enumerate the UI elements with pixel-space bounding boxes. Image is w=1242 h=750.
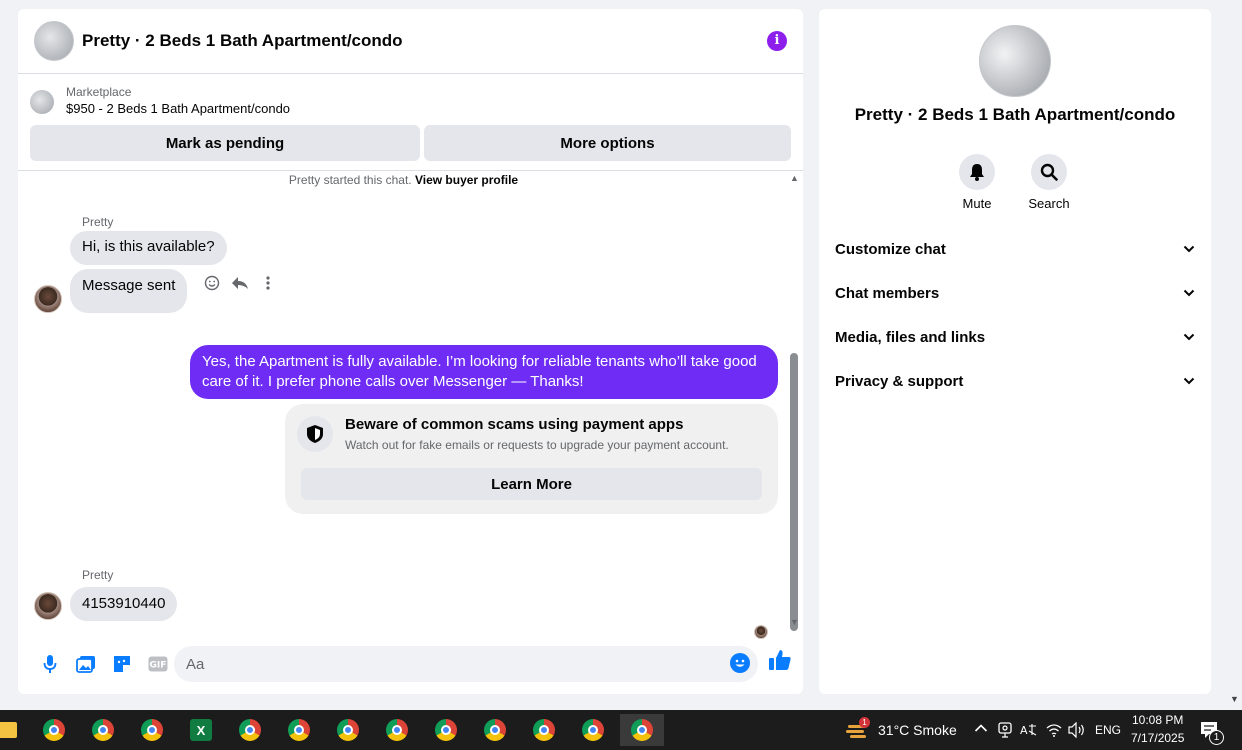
chevron-up-icon[interactable] <box>974 720 988 736</box>
chat-title[interactable]: Pretty · 2 Beds 1 Bath Apartment/condo <box>82 31 767 51</box>
customize-chat-section[interactable]: Customize chat <box>835 241 1195 258</box>
view-buyer-profile-link[interactable]: View buyer profile <box>415 173 518 187</box>
page-scroll-down-icon[interactable]: ▼ <box>1230 694 1239 704</box>
chat-intro: Pretty started this chat. View buyer pro… <box>288 173 519 187</box>
mute-button[interactable]: Mute <box>947 154 1007 211</box>
listing-card: Marketplace $950 - 2 Beds 1 Bath Apartme… <box>18 74 803 171</box>
listing-avatar[interactable] <box>34 21 74 61</box>
message-input-placeholder: Aa <box>186 655 205 673</box>
gif-icon[interactable]: GIF <box>140 646 176 682</box>
clock-date[interactable]: 7/17/2025 <box>1131 731 1184 745</box>
language-indicator[interactable]: ENG <box>1095 723 1121 737</box>
reply-icon[interactable] <box>230 273 250 293</box>
listing-source: Marketplace <box>66 85 132 99</box>
react-icon[interactable] <box>202 273 222 293</box>
chrome-profile-icon[interactable] <box>375 714 419 746</box>
input-method-icon[interactable]: A <box>1020 722 1038 741</box>
chrome-profile-icon[interactable] <box>277 714 321 746</box>
media-files-links-section[interactable]: Media, files and links <box>835 329 1195 346</box>
chrome-profile-icon[interactable] <box>522 714 566 746</box>
svg-text:GIF: GIF <box>150 661 167 671</box>
chrome-icon[interactable] <box>130 714 174 746</box>
microphone-icon[interactable] <box>32 646 68 682</box>
file-explorer-icon[interactable] <box>0 714 30 746</box>
search-label: Search <box>1028 196 1070 211</box>
chrome-profile-icon[interactable] <box>473 714 517 746</box>
scam-description: Watch out for fake emails or requests to… <box>345 438 729 452</box>
bell-icon <box>959 154 995 190</box>
wifi-icon[interactable] <box>1046 723 1062 740</box>
mark-as-pending-button[interactable]: Mark as pending <box>30 125 420 161</box>
seen-avatar <box>754 625 768 639</box>
chevron-down-icon <box>1183 288 1195 300</box>
chrome-profile-icon[interactable] <box>228 714 272 746</box>
incoming-message[interactable]: Message sent <box>70 269 188 313</box>
scroll-down-icon[interactable]: ▼ <box>790 617 799 627</box>
scam-title: Beware of common scams using payment app… <box>345 416 684 433</box>
chat-header: Pretty · 2 Beds 1 Bath Apartment/condo i <box>18 9 803 74</box>
emoji-icon[interactable] <box>730 653 750 673</box>
chrome-profile-icon[interactable] <box>81 714 125 746</box>
listing-name[interactable]: $950 - 2 Beds 1 Bath Apartment/condo <box>66 100 290 118</box>
chrome-profile-icon[interactable] <box>326 714 370 746</box>
outgoing-message[interactable]: Yes, the Apartment is fully available. I… <box>190 345 778 399</box>
photo-icon[interactable] <box>68 646 104 682</box>
listing-thumbnail[interactable] <box>30 90 54 114</box>
message-actions <box>202 273 278 293</box>
message-scrollbar[interactable]: ▲ ▼ <box>790 173 799 633</box>
clock-time[interactable]: 10:08 PM <box>1132 713 1183 727</box>
message-input[interactable]: Aa <box>174 646 758 682</box>
chevron-down-icon <box>1183 332 1195 344</box>
details-avatar[interactable] <box>979 25 1051 97</box>
search-icon <box>1031 154 1067 190</box>
scam-warning-card: Beware of common scams using payment app… <box>285 404 778 514</box>
chevron-down-icon <box>1183 244 1195 256</box>
volume-icon[interactable] <box>1068 721 1086 741</box>
scroll-thumb[interactable] <box>790 353 798 631</box>
meet-now-icon[interactable] <box>998 722 1012 741</box>
weather-badge: 1 <box>859 717 870 728</box>
shield-icon <box>297 416 333 452</box>
chrome-profile-icon-active[interactable] <box>620 714 664 746</box>
search-button[interactable]: Search <box>1019 154 1079 211</box>
details-panel: Pretty · 2 Beds 1 Bath Apartment/condo M… <box>819 9 1211 694</box>
chrome-profile-icon[interactable] <box>424 714 468 746</box>
like-icon[interactable] <box>768 648 794 678</box>
incoming-message[interactable]: 4153910440 <box>70 587 178 621</box>
learn-more-button[interactable]: Learn More <box>301 468 762 500</box>
chevron-down-icon <box>1183 376 1195 388</box>
details-title: Pretty · 2 Beds 1 Bath Apartment/condo <box>854 105 1176 124</box>
sender-avatar[interactable] <box>34 285 62 313</box>
weather-text[interactable]: 31°C Smoke <box>878 722 957 738</box>
scroll-up-icon[interactable]: ▲ <box>790 173 799 183</box>
svg-text:A: A <box>1020 724 1028 737</box>
chrome-profile-icon[interactable] <box>32 714 76 746</box>
mute-label: Mute <box>962 196 992 211</box>
excel-icon[interactable]: X <box>179 714 223 746</box>
message-list: Pretty started this chat. View buyer pro… <box>18 171 803 639</box>
more-icon[interactable] <box>258 273 278 293</box>
chat-panel: Pretty · 2 Beds 1 Bath Apartment/condo i… <box>18 9 803 694</box>
chat-members-section[interactable]: Chat members <box>835 285 1195 302</box>
sender-name: Pretty <box>82 215 114 229</box>
chrome-profile-icon[interactable] <box>571 714 615 746</box>
privacy-support-section[interactable]: Privacy & support <box>835 373 1195 390</box>
info-icon[interactable]: i <box>767 31 787 51</box>
sender-name: Pretty <box>82 568 114 582</box>
taskbar: X 1 31°C Smoke A ENG 10:08 PM 7/17/2025 … <box>0 710 1242 750</box>
incoming-message[interactable]: Hi, is this available? <box>70 231 227 265</box>
composer: GIF Aa <box>18 644 803 684</box>
page-scrollbar[interactable]: ▼ <box>1226 0 1242 710</box>
sender-avatar[interactable] <box>34 592 62 620</box>
more-options-button[interactable]: More options <box>424 125 791 161</box>
sticker-icon[interactable] <box>104 646 140 682</box>
notification-count: 1 <box>1209 730 1224 745</box>
